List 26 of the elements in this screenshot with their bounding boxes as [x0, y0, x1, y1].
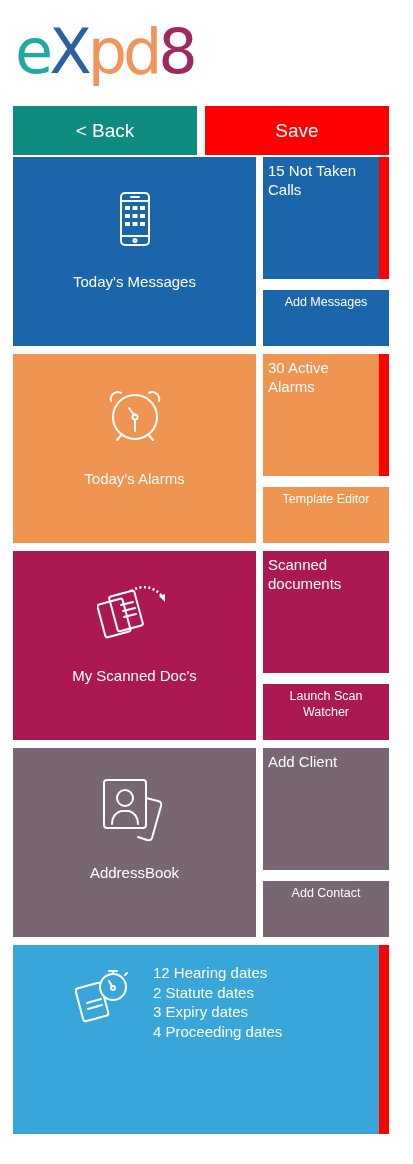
tile-title: Today's Alarms: [84, 470, 185, 487]
date-count: 2 Statute dates: [153, 982, 255, 1002]
status-tile[interactable]: Add Client: [263, 748, 389, 870]
action-button[interactable]: Launch Scan Watcher: [263, 684, 389, 740]
date-count: 3 Expiry dates: [153, 1002, 250, 1022]
status-text: 30 Active Alarms: [268, 358, 330, 396]
date-count: 4 Proceeding dates: [153, 1021, 283, 1041]
action-button[interactable]: Add Messages: [263, 290, 389, 346]
save-button[interactable]: Save: [205, 106, 389, 155]
status-text: Add Client: [268, 752, 339, 771]
tile-title: AddressBook: [89, 864, 180, 881]
tile[interactable]: Today's Messages: [13, 157, 256, 346]
status-text: 15 Not Taken Calls: [268, 161, 358, 199]
document-stopwatch-icon: [75, 967, 131, 1023]
dates-tile[interactable]: 12 Hearing dates 2 Statute dates 3 Expiry dates 4 Proceeding dates: [13, 945, 389, 1134]
tile-title: My Scanned Doc's: [72, 667, 197, 684]
action-button[interactable]: Add Contact: [263, 881, 389, 937]
status-text: Scanned documents: [268, 555, 343, 593]
tile[interactable]: My Scanned Doc's: [13, 551, 256, 740]
date-count: 12 Hearing dates: [153, 963, 269, 983]
back-button[interactable]: < Back: [13, 106, 197, 155]
tile-title: Today's Messages: [73, 273, 196, 290]
logo: eXpd8: [15, 14, 194, 90]
status-tile[interactable]: 15 Not Taken Calls: [263, 157, 389, 279]
status-tile[interactable]: Scanned documents: [263, 551, 389, 673]
tile[interactable]: AddressBook: [13, 748, 256, 937]
